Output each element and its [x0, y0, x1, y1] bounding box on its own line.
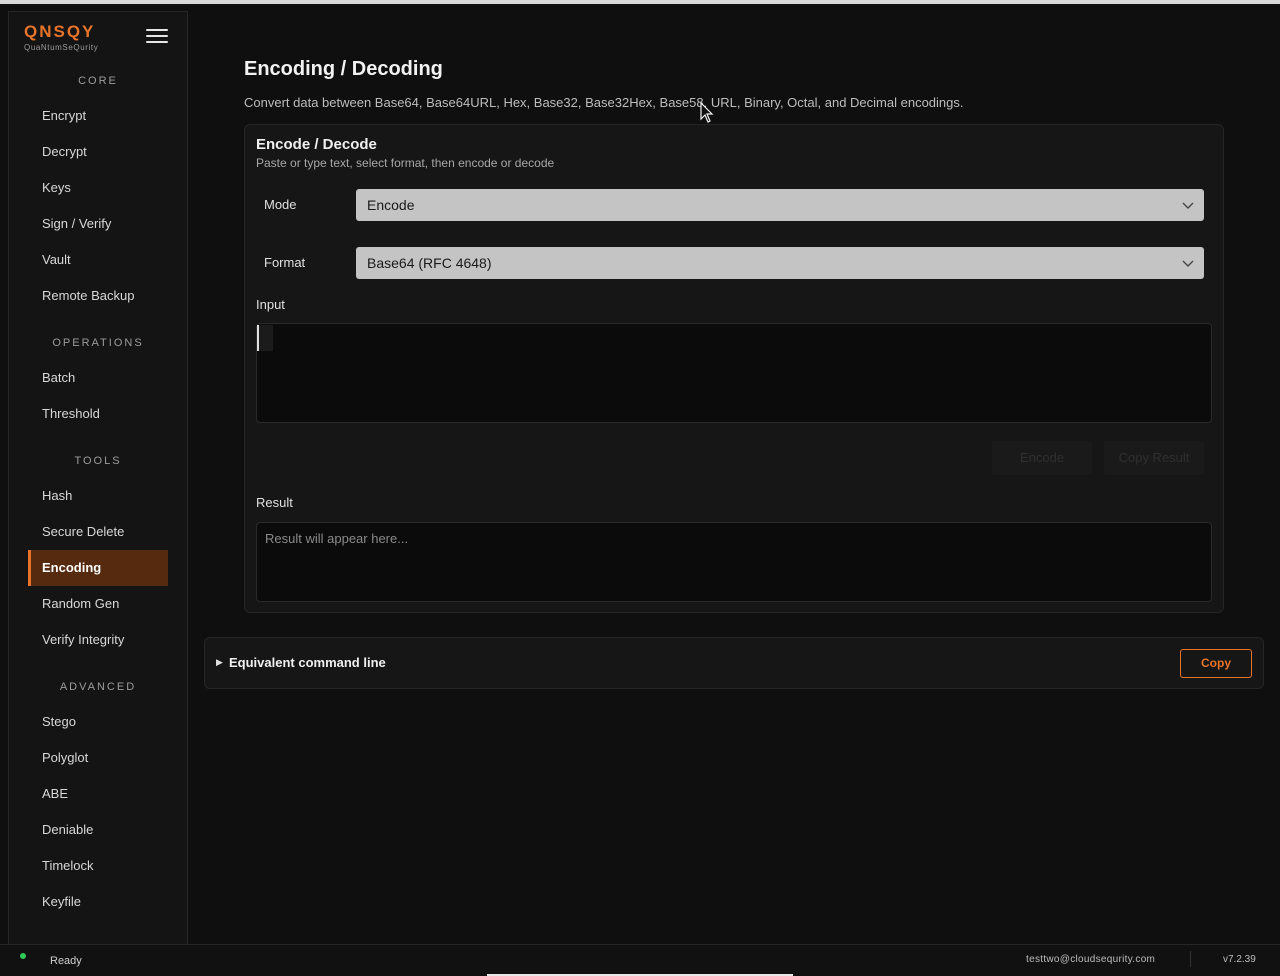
sidebar-item-batch[interactable]: Batch: [28, 360, 168, 396]
result-placeholder: Result will appear here...: [265, 531, 409, 546]
sidebar-item-remote-backup[interactable]: Remote Backup: [28, 278, 168, 314]
disclosure-triangle-icon: ▶: [216, 657, 223, 667]
window-top-border: [0, 0, 1280, 4]
status-indicator-icon: [20, 953, 26, 959]
sidebar: QNSQY QuaNtumSeQurity CORE Encrypt Decry…: [8, 11, 188, 944]
app-version: v7.2.39: [1223, 954, 1256, 965]
card-title: Encode / Decode: [256, 136, 377, 153]
brand-subtitle: QuaNtumSeQurity: [24, 43, 99, 52]
sidebar-item-keyfile[interactable]: Keyfile: [28, 884, 168, 920]
sidebar-item-encoding[interactable]: Encoding: [28, 550, 168, 586]
mouse-pointer-icon: [700, 102, 714, 123]
mode-label: Mode: [264, 197, 297, 212]
chevron-down-icon: [1182, 202, 1194, 209]
section-operations: OPERATIONS: [52, 337, 144, 349]
brand-name: QNSQY: [24, 22, 96, 41]
sidebar-item-abe[interactable]: ABE: [28, 776, 168, 812]
sidebar-item-vault[interactable]: Vault: [28, 242, 168, 278]
chevron-down-icon: [1182, 260, 1194, 267]
mode-select[interactable]: Encode: [356, 189, 1204, 221]
sidebar-item-stego[interactable]: Stego: [28, 704, 168, 740]
sidebar-item-sign-verify[interactable]: Sign / Verify: [28, 206, 168, 242]
sidebar-item-deniable[interactable]: Deniable: [28, 812, 168, 848]
section-advanced: ADVANCED: [59, 681, 137, 693]
copy-command-button[interactable]: Copy: [1180, 649, 1252, 678]
page-description: Convert data between Base64, Base64URL, …: [244, 95, 964, 110]
result-label: Result: [256, 495, 293, 510]
status-user: testtwo@cloudsequrity.com: [1026, 954, 1156, 965]
result-textarea[interactable]: Result will appear here...: [256, 522, 1212, 602]
status-text: Ready: [50, 955, 82, 967]
input-textarea[interactable]: [256, 323, 1212, 423]
format-label: Format: [264, 255, 306, 270]
status-divider: [1190, 951, 1191, 967]
mode-select-value: Encode: [367, 197, 415, 213]
command-line-disclosure[interactable]: ▶ Equivalent command line Copy: [204, 637, 1264, 689]
sidebar-item-decrypt[interactable]: Decrypt: [28, 134, 168, 170]
sidebar-item-keys[interactable]: Keys: [28, 170, 168, 206]
encode-decode-card: Encode / Decode Paste or type text, sele…: [244, 124, 1224, 613]
brand-logo: QNSQY QuaNtumSeQurity: [24, 23, 114, 55]
card-subtitle: Paste or type text, select format, then …: [256, 156, 555, 170]
hamburger-menu-icon[interactable]: [146, 25, 168, 47]
sidebar-item-random-gen[interactable]: Random Gen: [28, 586, 168, 622]
sidebar-item-encrypt[interactable]: Encrypt: [28, 98, 168, 134]
sidebar-item-secure-delete[interactable]: Secure Delete: [28, 514, 168, 550]
format-select-value: Base64 (RFC 4648): [367, 255, 492, 271]
format-select[interactable]: Base64 (RFC 4648): [356, 247, 1204, 279]
section-tools: TOOLS: [74, 455, 122, 467]
sidebar-item-timelock[interactable]: Timelock: [28, 848, 168, 884]
sidebar-item-verify-integrity[interactable]: Verify Integrity: [28, 622, 168, 658]
sidebar-item-hash[interactable]: Hash: [28, 478, 168, 514]
sidebar-item-threshold[interactable]: Threshold: [28, 396, 168, 432]
status-bar: Ready testtwo@cloudsequrity.com v7.2.39: [0, 944, 1280, 976]
copy-result-button[interactable]: Copy Result: [1104, 441, 1204, 475]
sidebar-item-polyglot[interactable]: Polyglot: [28, 740, 168, 776]
page-title: Encoding / Decoding: [244, 58, 443, 80]
command-line-label: Equivalent command line: [229, 655, 386, 670]
text-caret: [257, 325, 273, 351]
section-core: CORE: [78, 75, 118, 87]
encode-button[interactable]: Encode: [992, 441, 1092, 475]
input-label: Input: [256, 297, 285, 312]
